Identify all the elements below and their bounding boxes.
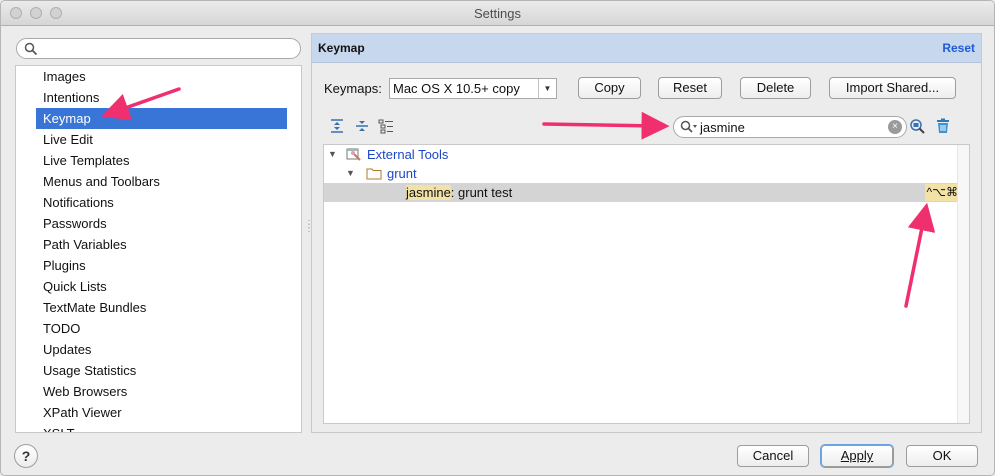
keymap-action-tree[interactable]: ▼ External Tools ▼ grunt jasmine: grunt … (323, 144, 970, 424)
settings-item-path-variables[interactable]: Path Variables (16, 234, 287, 255)
copy-button-label: Copy (594, 80, 625, 95)
ok-button-label: OK (932, 448, 952, 463)
settings-item-xpath-viewer[interactable]: XPath Viewer (16, 402, 287, 423)
settings-item-updates[interactable]: Updates (16, 339, 287, 360)
tree-row-external-tools[interactable]: ▼ External Tools (324, 145, 969, 164)
tree-row-jasmine[interactable]: jasmine: grunt test ^⌥⌘J (324, 183, 969, 202)
window-title: Settings (474, 6, 521, 21)
filter-value: jasmine (700, 120, 745, 135)
settings-window: Settings Images Intentions Keymap Live E… (0, 0, 995, 476)
import-shared-button-label: Import Shared... (845, 80, 940, 95)
settings-item-passwords[interactable]: Passwords (16, 213, 287, 234)
tree-row-grunt[interactable]: ▼ grunt (324, 164, 969, 183)
action-filter-input[interactable]: jasmine × (673, 116, 907, 138)
tree-subgroup-label: grunt (387, 166, 417, 181)
settings-item-xslt[interactable]: XSLT (16, 423, 287, 432)
chevron-down-icon[interactable]: ▼ (328, 145, 337, 164)
action-rest-text: : grunt test (450, 185, 513, 200)
delete-button-label: Delete (756, 80, 795, 95)
settings-item-quick-lists[interactable]: Quick Lists (16, 276, 287, 297)
keymaps-label: Keymaps: (324, 81, 382, 96)
settings-item-keymap[interactable]: Keymap (36, 108, 287, 129)
settings-item-web-browsers[interactable]: Web Browsers (16, 381, 287, 402)
apply-button[interactable]: Apply (821, 445, 893, 467)
settings-item-live-edit[interactable]: Live Edit (16, 129, 287, 150)
cancel-button-label: Cancel (752, 448, 794, 463)
ok-button[interactable]: OK (906, 445, 978, 467)
apply-button-label: Apply (840, 448, 874, 463)
chevron-down-icon[interactable]: ▼ (346, 164, 355, 183)
search-options-icon[interactable] (680, 120, 698, 137)
settings-item-usage-statistics[interactable]: Usage Statistics (16, 360, 287, 381)
settings-category-list[interactable]: Images Intentions Keymap Live Edit Live … (15, 65, 302, 433)
settings-item-live-templates[interactable]: Live Templates (16, 150, 287, 171)
chevron-down-icon[interactable]: ▼ (538, 79, 556, 98)
settings-item-menus-and-toolbars[interactable]: Menus and Toolbars (16, 171, 287, 192)
action-match-text: jasmine (406, 185, 451, 200)
reset-link[interactable]: Reset (942, 41, 975, 55)
find-shortcut-icon[interactable] (909, 118, 925, 134)
clear-search-icon[interactable]: × (888, 120, 902, 134)
settings-item-todo[interactable]: TODO (16, 318, 287, 339)
tree-group-label: External Tools (367, 147, 449, 162)
expand-all-icon[interactable] (329, 118, 345, 134)
keymap-select[interactable]: Mac OS X 10.5+ copy ▼ (389, 78, 557, 99)
delete-button[interactable]: Delete (740, 77, 811, 99)
filter-conflicts-icon[interactable] (378, 118, 394, 134)
keymap-panel: Keymap Reset Keymaps: Mac OS X 10.5+ cop… (311, 33, 982, 433)
cancel-button[interactable]: Cancel (737, 445, 809, 467)
panel-header: Keymap Reset (312, 34, 981, 63)
tree-scrollbar[interactable] (957, 145, 969, 423)
title-bar: Settings (1, 1, 994, 26)
copy-button[interactable]: Copy (578, 77, 641, 99)
settings-item-textmate-bundles[interactable]: TextMate Bundles (16, 297, 287, 318)
search-icon (24, 42, 38, 59)
settings-search-input[interactable] (16, 38, 301, 59)
collapse-all-icon[interactable] (354, 118, 370, 134)
panel-title: Keymap (318, 41, 365, 55)
settings-item-images[interactable]: Images (16, 66, 287, 87)
reset-button[interactable]: Reset (658, 77, 722, 99)
help-button[interactable]: ? (14, 444, 38, 468)
import-shared-button[interactable]: Import Shared... (829, 77, 956, 99)
settings-item-notifications[interactable]: Notifications (16, 192, 287, 213)
settings-item-plugins[interactable]: Plugins (16, 255, 287, 276)
keymap-selected-value: Mac OS X 10.5+ copy (393, 81, 520, 96)
trash-icon[interactable] (935, 118, 951, 134)
settings-item-intentions[interactable]: Intentions (16, 87, 287, 108)
reset-button-label: Reset (673, 80, 707, 95)
